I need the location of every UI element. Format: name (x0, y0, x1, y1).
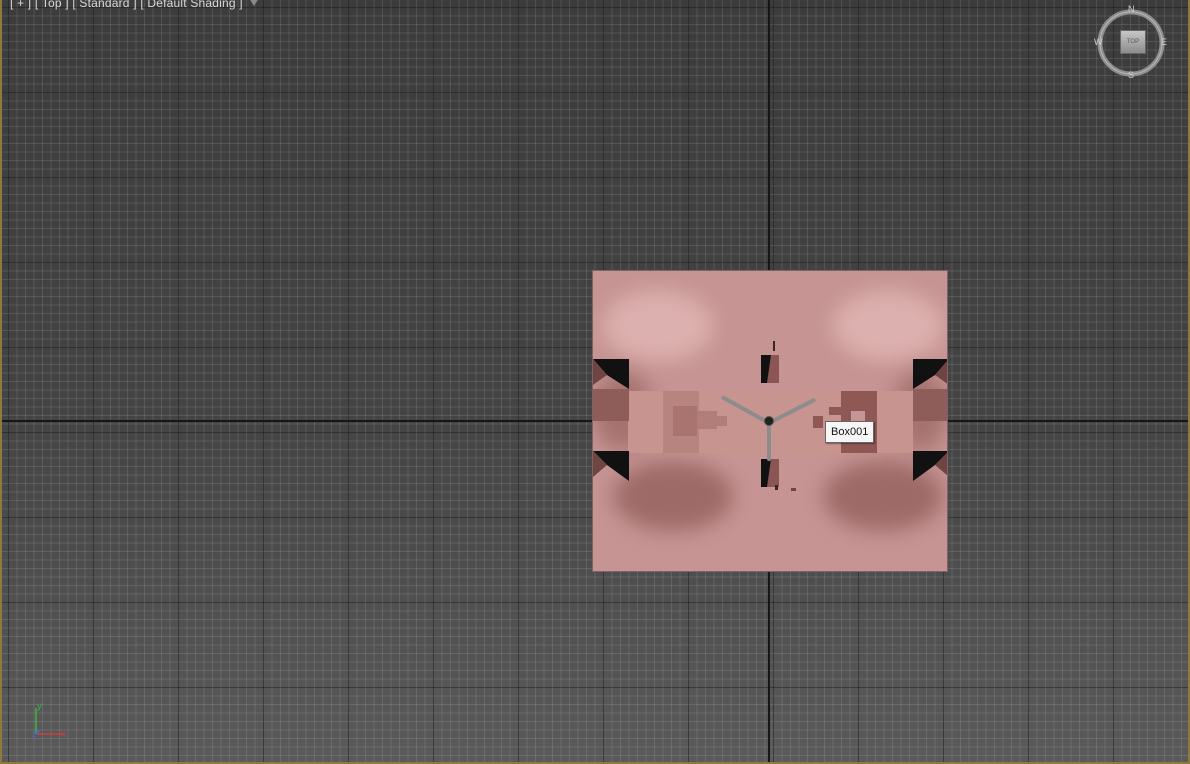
viewport-shading-menu[interactable]: [ Default Shading ] (140, 0, 243, 10)
center-dot (775, 485, 778, 490)
axis-y-label: y (37, 701, 42, 712)
viewport-style-menu[interactable]: [ Standard ] (72, 0, 136, 10)
compass-south[interactable]: S (1128, 70, 1134, 80)
center-lower-block (761, 459, 779, 487)
viewcube-top-face[interactable]: TOP (1120, 30, 1146, 54)
center-post-top (773, 341, 775, 351)
viewport-label-menu: [ + ] [ Top ] [ Standard ] [ Default Sha… (10, 0, 259, 10)
left-step-small (715, 416, 727, 426)
center-dot-small (791, 488, 796, 491)
right-wedges (913, 359, 947, 481)
left-step (697, 411, 717, 429)
viewport-plus-menu[interactable]: [ + ] (10, 0, 31, 10)
shade-blob (603, 291, 713, 361)
axis-triad-icon: y x z (32, 701, 66, 740)
gizmo-arm-down[interactable] (767, 423, 771, 461)
viewport-view-menu[interactable]: [ Top ] (35, 0, 69, 10)
axis-z-label: z (32, 729, 37, 739)
object-name-tooltip: Box001 (825, 421, 875, 443)
center-upper-block (761, 355, 779, 383)
gizmo-pivot[interactable] (764, 416, 774, 426)
compass-east[interactable]: E (1161, 37, 1167, 47)
left-block-inner (673, 406, 697, 436)
compass-west[interactable]: W (1094, 37, 1103, 47)
right-nub (813, 416, 823, 428)
funnel-icon[interactable] (248, 0, 259, 6)
viewcube[interactable]: TOP N S E W (1094, 4, 1167, 80)
top-viewport[interactable]: [ + ] [ Top ] [ Standard ] [ Default Sha… (0, 0, 1190, 764)
shade-blob (833, 291, 943, 361)
right-step (829, 407, 843, 415)
compass-north[interactable]: N (1128, 4, 1135, 14)
left-wedges (593, 359, 629, 481)
axis-x-label: x (61, 729, 66, 740)
